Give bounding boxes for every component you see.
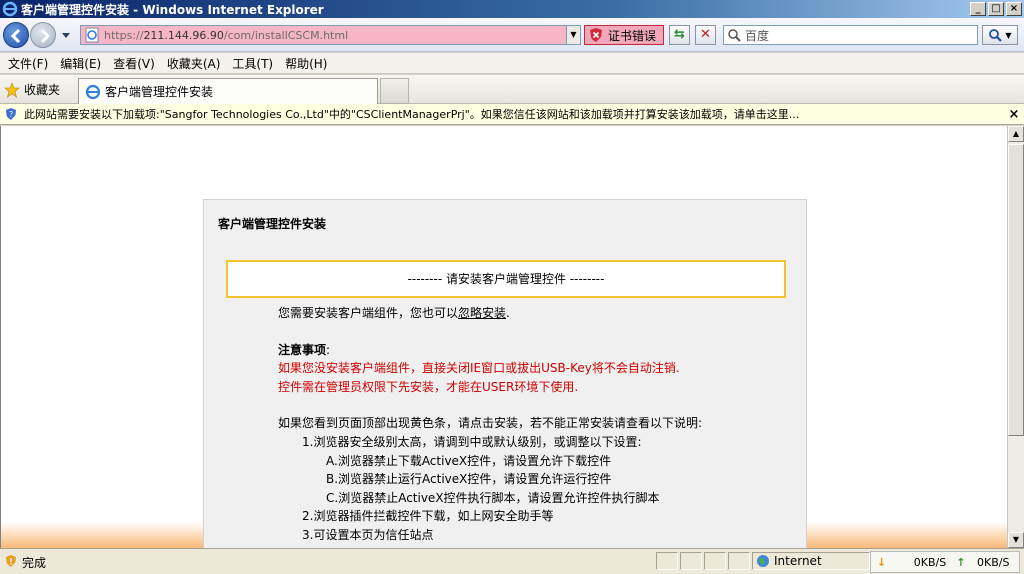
- star-icon: [4, 81, 20, 98]
- ignore-install-link[interactable]: 忽略安装: [458, 306, 506, 320]
- menu-edit[interactable]: 编辑(E): [54, 55, 107, 72]
- scroll-thumb[interactable]: [1008, 144, 1024, 436]
- refresh-button[interactable]: ⇆: [669, 25, 690, 45]
- shield-error-icon: [590, 28, 602, 42]
- tab-title: 客户端管理控件安装: [105, 85, 214, 99]
- information-bar[interactable]: ? 此网站需要安装以下加载项:"Sangfor Technologies Co.…: [0, 104, 1024, 125]
- forward-button[interactable]: [30, 22, 56, 48]
- status-pane-4: [728, 552, 750, 570]
- page-viewport: 客户端管理控件安装 -------- 请安装客户端管理控件 -------- 您…: [0, 126, 1007, 548]
- notes-colon: :: [326, 342, 331, 357]
- help-item-3: 3.可设置本页为信任站点: [302, 527, 434, 542]
- back-button[interactable]: [3, 22, 29, 48]
- magnifier-icon: [989, 29, 1003, 42]
- search-icon: [728, 29, 741, 42]
- menu-help[interactable]: 帮助(H): [279, 55, 333, 72]
- url-scheme: https://: [104, 28, 144, 42]
- menu-bar: 文件(F) 编辑(E) 查看(V) 收藏夹(A) 工具(T) 帮助(H): [0, 53, 1024, 74]
- address-bar[interactable]: https://211.144.96.90/com/installCSCM.ht…: [80, 25, 581, 45]
- information-bar-message[interactable]: 此网站需要安装以下加载项:"Sangfor Technologies Co.,L…: [24, 106, 1004, 122]
- information-bar-close-button[interactable]: ×: [1004, 107, 1024, 122]
- recent-pages-dropdown-icon[interactable]: [60, 30, 72, 40]
- help-item-1b: B.浏览器禁止运行ActiveX控件，请设置允许运行控件: [326, 472, 612, 487]
- status-pane-3: [704, 552, 726, 570]
- svg-text:?: ?: [9, 110, 13, 119]
- search-options-dropdown-icon[interactable]: ▼: [1005, 31, 1011, 40]
- certificate-error-label: 证书错误: [608, 28, 657, 43]
- notes-heading: 注意事项:: [278, 341, 778, 360]
- menu-file[interactable]: 文件(F): [2, 55, 54, 72]
- upload-speed: 0KB/S: [976, 555, 1010, 569]
- minimize-button[interactable]: _: [970, 2, 986, 16]
- url-host: 211.144.96.90: [143, 28, 224, 42]
- page-warning-icon[interactable]: [4, 554, 18, 568]
- new-tab-button[interactable]: [380, 78, 409, 104]
- notes-title: 注意事项: [278, 342, 327, 357]
- search-go-button[interactable]: ▼: [982, 25, 1018, 45]
- menu-tools[interactable]: 工具(T): [226, 55, 279, 72]
- help-item-1a: A.浏览器禁止下载ActiveX控件，请设置允许下载控件: [326, 453, 612, 468]
- title-bar: 客户端管理控件安装 - Windows Internet Explorer _ …: [0, 0, 1024, 18]
- warning-line-2: 控件需在管理员权限下先安装，才能在USER环境下使用.: [278, 379, 579, 394]
- navigation-bar: https://211.144.96.90/com/installCSCM.ht…: [0, 18, 1024, 52]
- status-pane-2: [680, 552, 702, 570]
- status-text: 完成: [22, 556, 47, 570]
- tab-bar: 收藏夹 客户端管理控件安装: [0, 75, 1024, 104]
- warning-line-1: 如果您没安装客户端组件，直接关闭IE窗口或拔出USB-Key将不会自动注销.: [278, 361, 680, 376]
- stop-button[interactable]: ✕: [695, 25, 716, 45]
- help-item-1c: C.浏览器禁止ActiveX控件执行脚本，请设置允许控件执行脚本: [326, 490, 660, 505]
- refresh-icon: ⇆: [674, 27, 685, 42]
- panel-title: 客户端管理控件安装: [218, 217, 327, 231]
- favorites-button[interactable]: 收藏夹: [4, 81, 60, 98]
- network-speed-meter: ↓ 0KB/S ↑ 0KB/S: [870, 551, 1020, 573]
- scroll-up-arrow-icon[interactable]: ▲: [1008, 126, 1024, 142]
- forward-arrow-icon: [40, 28, 51, 44]
- ie-logo-icon: [2, 1, 18, 17]
- search-input[interactable]: 百度: [745, 27, 769, 44]
- address-dropdown-button[interactable]: ▼: [566, 26, 580, 44]
- page-icon: [85, 27, 99, 43]
- security-zone[interactable]: Internet: [752, 552, 870, 570]
- help-intro: 如果您看到页面顶部出现黄色条，请点击安装，若不能正常安装请查看以下说明:: [278, 416, 703, 431]
- help-item-1: 1.浏览器安全级别太高，请调到中或默认级别，或调整以下设置:: [302, 434, 642, 449]
- favorites-label: 收藏夹: [24, 83, 61, 97]
- status-pane-1: [656, 552, 678, 570]
- address-url[interactable]: https://211.144.96.90/com/installCSCM.ht…: [104, 29, 566, 42]
- close-window-button[interactable]: ×: [1006, 2, 1022, 16]
- download-speed: 0KB/S: [913, 555, 947, 569]
- instructions: 您需要安装客户端组件，您也可以忽略安装. 注意事项: 如果您没安装客户端组件，直…: [278, 304, 778, 545]
- status-bar: 完成 Internet ↓ 0KB/S ↑ 0KB/S: [0, 548, 1024, 574]
- shield-info-icon: ?: [6, 108, 16, 120]
- install-notice: -------- 请安装客户端管理控件 --------: [226, 260, 786, 298]
- search-box[interactable]: 百度: [723, 25, 978, 45]
- install-panel: 客户端管理控件安装 -------- 请安装客户端管理控件 -------- 您…: [203, 199, 807, 548]
- scroll-down-arrow-icon[interactable]: ▼: [1008, 532, 1024, 548]
- globe-icon: [757, 555, 769, 567]
- window-title: 客户端管理控件安装 - Windows Internet Explorer: [21, 2, 324, 17]
- upload-arrow-icon: ↑: [956, 555, 966, 569]
- help-item-2: 2.浏览器插件拦截控件下载，如上网安全助手等: [302, 509, 554, 524]
- zone-label: Internet: [774, 554, 822, 568]
- tab-active[interactable]: 客户端管理控件安装: [78, 78, 378, 104]
- menu-view[interactable]: 查看(V): [107, 55, 161, 72]
- menu-favorites[interactable]: 收藏夹(A): [161, 55, 227, 72]
- vertical-scrollbar[interactable]: ▲ ▼: [1007, 126, 1024, 548]
- intro-text: 您需要安装客户端组件，您也可以: [278, 306, 459, 320]
- intro-line: 您需要安装客户端组件，您也可以忽略安装.: [278, 304, 778, 323]
- maximize-button[interactable]: □: [988, 2, 1004, 16]
- url-path: /com/installCSCM.html: [223, 28, 349, 42]
- stop-icon: ✕: [700, 27, 711, 42]
- ie-page-icon: [85, 84, 101, 99]
- download-arrow-icon: ↓: [877, 555, 887, 569]
- intro-suffix: .: [506, 306, 510, 320]
- back-arrow-icon: [10, 28, 21, 44]
- certificate-error-button[interactable]: 证书错误: [584, 25, 664, 45]
